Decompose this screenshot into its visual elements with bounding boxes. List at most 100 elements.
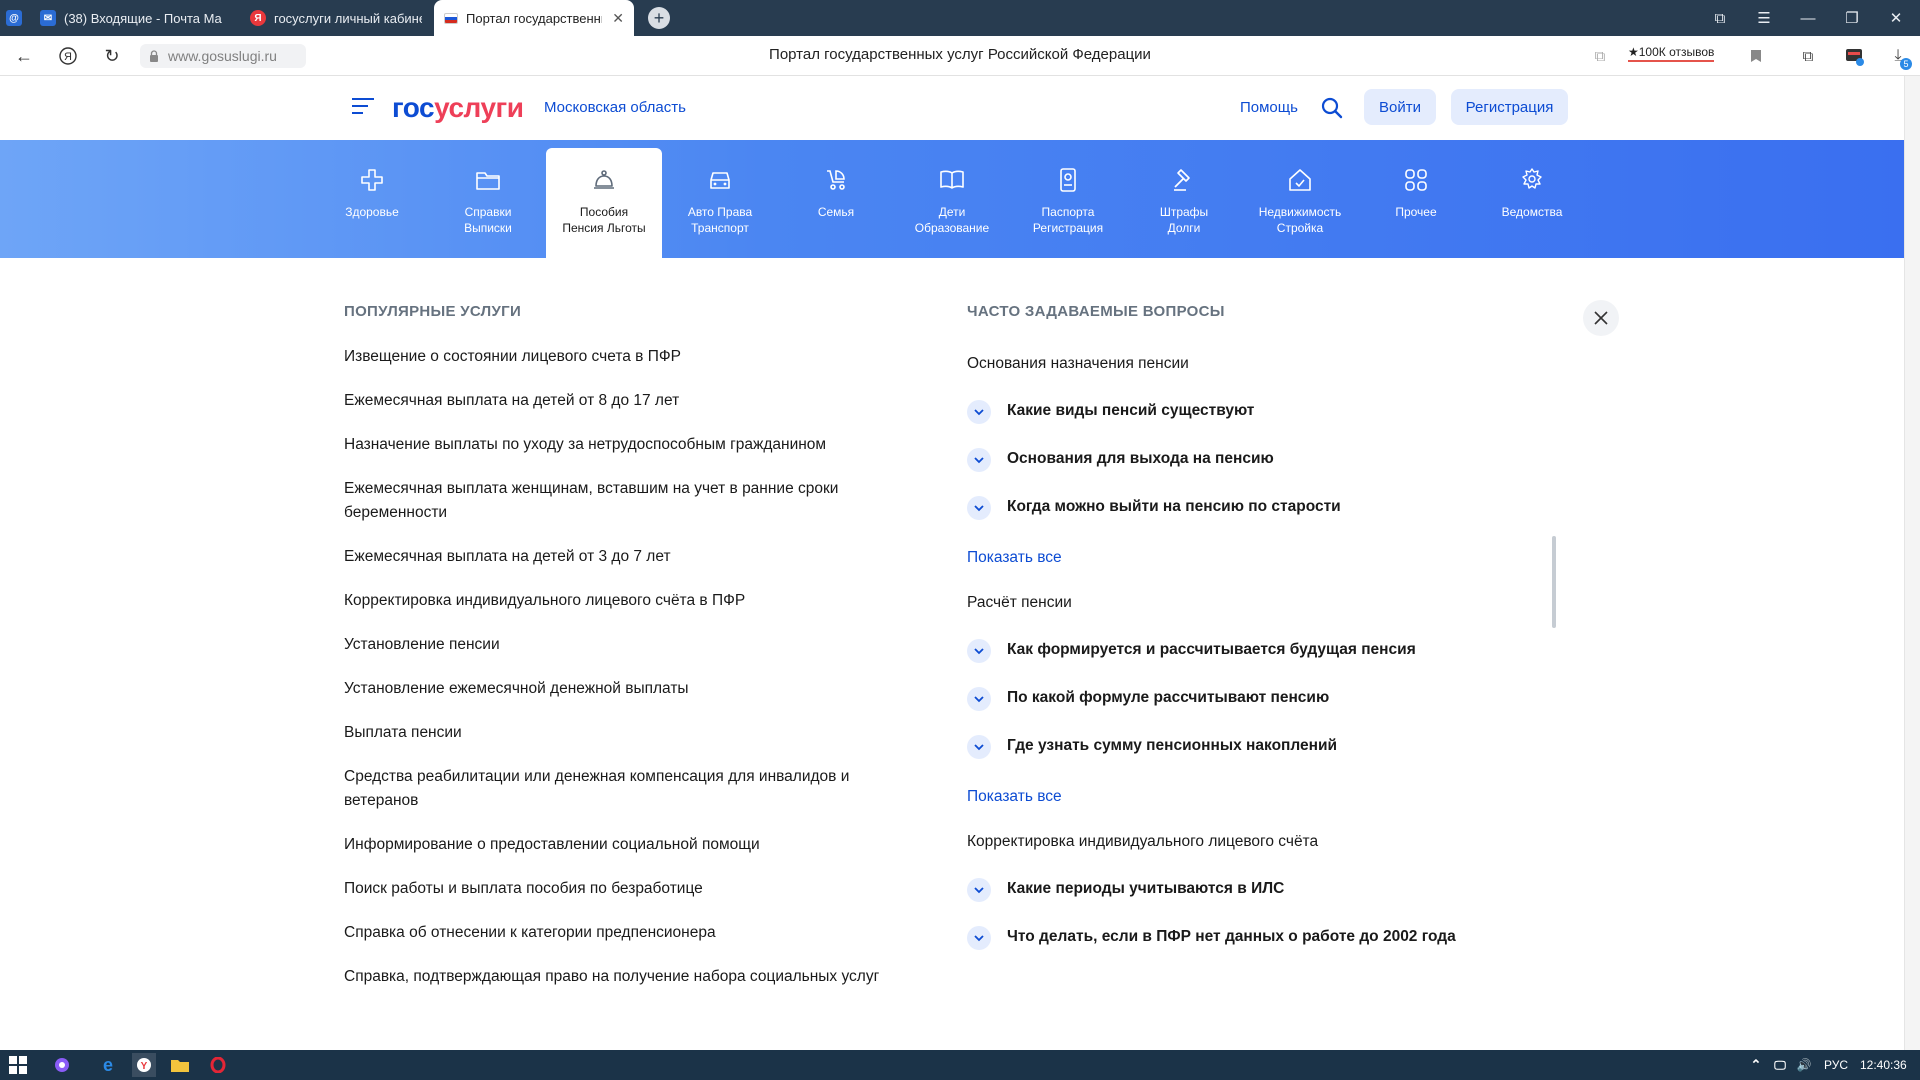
page-scrollbar[interactable]	[1904, 76, 1920, 1050]
tab-mail-title: (38) Входящие - Почта Ma	[64, 10, 222, 26]
restore-window-icon[interactable]: ❐	[1830, 0, 1874, 36]
faq-question-text: Где узнать сумму пенсионных накоплений	[1007, 737, 1338, 754]
translate-icon[interactable]: ⧉	[1588, 44, 1612, 68]
category-certificates[interactable]: Справки Выписки	[430, 148, 546, 258]
service-link[interactable]: Информирование о предоставлении социальн…	[344, 833, 904, 857]
faq-group-title: Расчёт пенсии	[967, 594, 1072, 611]
faq-question[interactable]: Когда можно выйти на пенсию по старости	[967, 496, 1527, 546]
service-link[interactable]: Средства реабилитации или денежная компе…	[344, 765, 904, 813]
alice-assistant-icon[interactable]	[50, 1053, 74, 1077]
close-menu-button[interactable]	[1583, 300, 1619, 336]
folder-icon	[476, 172, 500, 190]
faq-question[interactable]: Какие виды пенсий существуют	[967, 400, 1527, 450]
service-link[interactable]: Извещение о состоянии лицевого счета в П…	[344, 345, 904, 369]
category-other[interactable]: Прочее	[1358, 148, 1474, 258]
faq-group-title: Основания назначения пенсии	[967, 355, 1189, 372]
file-explorer-icon[interactable]	[168, 1053, 192, 1077]
url-text: www.gosuslugi.ru	[168, 48, 277, 64]
hamburger-menu-icon[interactable]	[352, 98, 374, 118]
show-all-link[interactable]: Показать все	[967, 785, 1527, 832]
url-field[interactable]: www.gosuslugi.ru	[140, 44, 306, 68]
category-sublabel: Пенсия Льготы	[562, 221, 646, 235]
chevron-up-icon[interactable]: ⌃	[1744, 1053, 1768, 1077]
new-tab-button[interactable]: +	[648, 7, 670, 29]
faq-question-text: Какие виды пенсий существуют	[1007, 402, 1255, 419]
category-family[interactable]: Семья	[778, 148, 894, 258]
browser-menu-icon[interactable]: ☰	[1742, 0, 1786, 36]
faq-question[interactable]: Что делать, если в ПФР нет данных о рабо…	[967, 926, 1527, 976]
service-link[interactable]: Поиск работы и выплата пособия по безраб…	[344, 877, 904, 901]
category-fines[interactable]: Штрафы Долги	[1126, 148, 1242, 258]
back-arrow-icon[interactable]: ←	[12, 44, 36, 68]
tab-yandex-title: госуслуги личный кабине	[274, 10, 422, 26]
category-auto[interactable]: Авто Права Транспорт	[662, 148, 778, 258]
category-children[interactable]: Дети Образование	[894, 148, 1010, 258]
popular-services-title: ПОПУЛЯРНЫЕ УСЛУГИ	[344, 303, 522, 320]
lock-icon	[150, 50, 158, 62]
opera-browser-icon[interactable]	[206, 1053, 230, 1077]
reload-icon[interactable]: ↻	[100, 44, 124, 68]
category-sublabel: Образование	[914, 221, 990, 235]
faq-question[interactable]: Где узнать сумму пенсионных накоплений	[967, 735, 1527, 785]
svg-text:Я: Я	[64, 51, 72, 63]
faq-question[interactable]: Как формируется и рассчитывается будущая…	[967, 639, 1527, 689]
service-link[interactable]: Назначение выплаты по уходу за нетрудосп…	[344, 433, 904, 457]
downloads-icon[interactable]: ⤓ 5	[1886, 44, 1912, 70]
volume-icon[interactable]: 🔊	[1792, 1053, 1816, 1077]
category-realty[interactable]: Недвижимость Стройка	[1242, 148, 1358, 258]
bookmark-icon[interactable]	[1744, 44, 1768, 68]
category-agencies[interactable]: Ведомства	[1474, 148, 1590, 258]
keyboard-language[interactable]: РУС	[1824, 1058, 1848, 1072]
tab-gosuslugi[interactable]: Портал государственны ✕	[434, 0, 634, 36]
mail-tab-icon: ✉	[40, 10, 56, 26]
yandex-home-icon[interactable]: Я	[56, 44, 80, 68]
windows-start-icon[interactable]	[6, 1053, 30, 1077]
edge-browser-icon[interactable]: e	[96, 1053, 120, 1077]
logo-part-gos: гос	[392, 92, 435, 123]
gosuslugi-logo[interactable]: госуслуги	[392, 92, 524, 124]
service-link[interactable]: Выплата пенсии	[344, 721, 904, 745]
bookmarks-panel-icon[interactable]: ⧉	[1698, 0, 1742, 36]
service-link[interactable]: Установление пенсии	[344, 633, 904, 657]
search-icon[interactable]	[1320, 96, 1344, 120]
category-health[interactable]: Здоровье	[314, 148, 430, 258]
faq-question[interactable]: По какой формуле рассчитывают пенсию	[967, 687, 1527, 737]
yandex-browser-icon[interactable]: Y	[132, 1053, 156, 1077]
service-link[interactable]: Ежемесячная выплата женщинам, вставшим н…	[344, 477, 904, 525]
register-button[interactable]: Регистрация	[1451, 89, 1568, 125]
login-button[interactable]: Войти	[1364, 89, 1436, 125]
region-selector[interactable]: Московская область	[544, 99, 686, 116]
tab-mail[interactable]: ✉ (38) Входящие - Почта Ma	[30, 0, 238, 36]
service-link[interactable]: Установление ежемесячной денежной выплат…	[344, 677, 904, 701]
chevron-down-icon	[967, 496, 991, 520]
faq-list: Основания назначения пенсии Какие виды п…	[967, 354, 1527, 976]
category-label: Пособия	[579, 205, 629, 219]
service-link[interactable]: Ежемесячная выплата на детей от 3 до 7 л…	[344, 545, 904, 569]
collections-icon[interactable]: ⧉	[1796, 44, 1820, 68]
category-sublabel: Выписки	[464, 221, 512, 235]
service-link[interactable]: Корректировка индивидуального лицевого с…	[344, 589, 904, 613]
minimize-window-icon[interactable]: —	[1786, 0, 1830, 36]
category-benefits[interactable]: Пособия Пенсия Льготы	[546, 148, 662, 258]
category-label: Авто Права	[687, 205, 753, 219]
service-link[interactable]: Ежемесячная выплата на детей от 8 до 17 …	[344, 389, 904, 413]
help-link[interactable]: Помощь	[1240, 99, 1298, 116]
service-link[interactable]: Справка, подтверждающая право на получен…	[344, 965, 904, 989]
close-tab-icon[interactable]: ✕	[612, 10, 624, 27]
close-window-icon[interactable]: ✕	[1874, 0, 1918, 36]
service-link[interactable]: Справка об отнесении к категории предпен…	[344, 921, 904, 945]
category-passports[interactable]: Паспорта Регистрация	[1010, 148, 1126, 258]
show-all-link[interactable]: Показать все	[967, 546, 1527, 593]
popular-services-list: Извещение о состоянии лицевого счета в П…	[344, 345, 904, 1009]
tab-yandex-search[interactable]: Я госуслуги личный кабине	[240, 0, 432, 36]
reviews-badge[interactable]: ★100К отзывов	[1628, 45, 1715, 62]
faq-title: ЧАСТО ЗАДАВАЕМЫЕ ВОПРОСЫ	[967, 303, 1225, 320]
faq-scrollbar[interactable]	[1552, 536, 1556, 628]
chevron-down-icon	[967, 687, 991, 711]
system-clock[interactable]: 12:40:36	[1860, 1058, 1907, 1072]
extension-icon[interactable]	[1842, 44, 1866, 68]
browser-menu-icon[interactable]: @	[0, 0, 28, 36]
faq-question[interactable]: Основания для выхода на пенсию	[967, 448, 1527, 498]
network-icon[interactable]: 🖵	[1768, 1053, 1792, 1077]
faq-question[interactable]: Какие периоды учитываются в ИЛС	[967, 878, 1527, 928]
